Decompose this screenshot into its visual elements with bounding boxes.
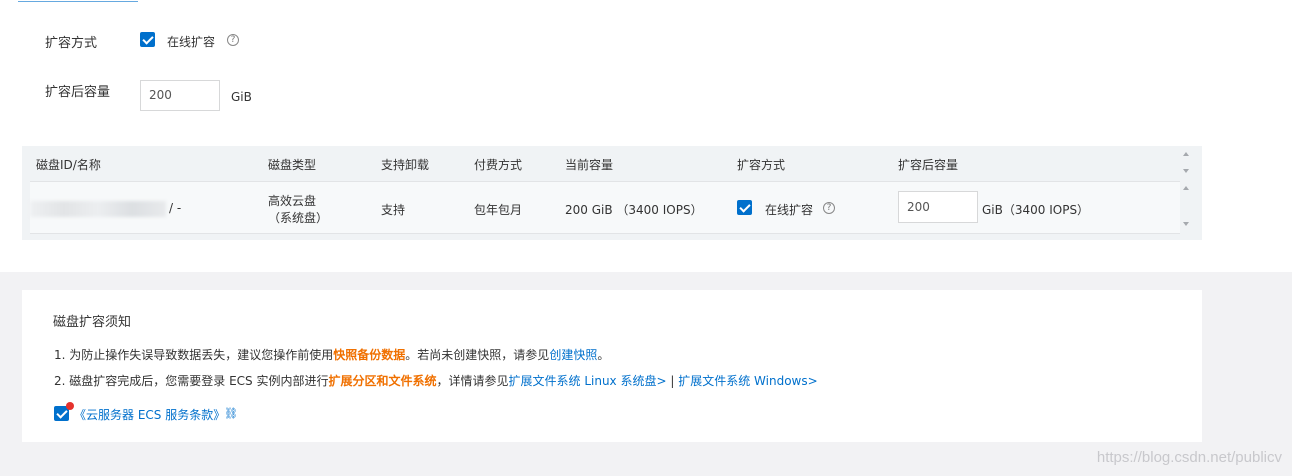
scroll-down-arrow-icon[interactable]: [1183, 222, 1189, 226]
expand-partition-highlight: 扩展分区和文件系统: [328, 374, 437, 388]
notice-line-1: 1. 为防止操作失误导致数据丢失，建议您操作前使用快照备份数据。若尚未创建快照，…: [54, 346, 609, 363]
disk-type-line1: 高效云盘: [268, 194, 317, 208]
disk-id-suffix: / -: [169, 201, 182, 215]
row-after-capacity-unit: GiB（3400 IOPS）: [982, 203, 1090, 217]
online-expand-checkbox[interactable]: [140, 32, 155, 47]
linux-system-disk-link[interactable]: 扩展文件系统 Linux 系统盘>: [509, 374, 667, 388]
disk-type-line2: （系统盘）: [268, 211, 329, 225]
notice-title: 磁盘扩容须知: [53, 315, 132, 330]
header-current-capacity: 当前容量: [565, 158, 614, 172]
link-separator: |: [666, 374, 679, 388]
notice-line-1-end: 。: [597, 348, 610, 362]
create-snapshot-link[interactable]: 创建快照: [549, 348, 597, 362]
after-capacity-label: 扩容后容量: [45, 85, 111, 100]
row-after-capacity-input[interactable]: 200: [898, 191, 978, 223]
header-detachable: 支持卸载: [381, 158, 430, 172]
scroll-up-arrow-icon[interactable]: [1183, 186, 1189, 190]
notice-line-2-text-2: ，详情请参见: [436, 374, 509, 388]
watermark: https://blog.csdn.net/publicv: [1096, 449, 1282, 466]
scroll-down-arrow-icon[interactable]: [1183, 169, 1189, 173]
unread-dot: [66, 402, 74, 410]
after-capacity-input[interactable]: 200: [140, 80, 220, 111]
capacity-unit: GiB: [231, 90, 252, 104]
notice-line-1-text-2: 。若尚未创建快照，请参见: [405, 348, 550, 362]
ecs-terms-link[interactable]: 《云服务器 ECS 服务条款》: [74, 406, 225, 423]
header-after-capacity: 扩容后容量: [898, 158, 959, 172]
header-billing: 付费方式: [474, 158, 523, 172]
header-expand-method: 扩容方式: [737, 158, 786, 172]
detachable-value: 支持: [381, 203, 406, 217]
header-disk-id: 磁盘ID/名称: [36, 158, 101, 172]
scroll-up-arrow-icon[interactable]: [1183, 152, 1189, 156]
billing-value: 包年包月: [474, 203, 523, 217]
row-online-expand-label: 在线扩容: [765, 203, 814, 217]
notice-line-2: 2. 磁盘扩容完成后，您需要登录 ECS 实例内部进行扩展分区和文件系统，详情请…: [54, 372, 818, 389]
question-circle-icon[interactable]: ?: [823, 202, 835, 214]
online-expand-label: 在线扩容: [167, 35, 216, 49]
question-circle-icon[interactable]: ?: [227, 34, 239, 46]
current-capacity-value: 200 GiB （3400 IOPS）: [565, 203, 703, 217]
snapshot-backup-highlight: 快照备份数据: [333, 348, 406, 362]
redacted-disk-id: [30, 201, 166, 217]
notice-line-2-text: 2. 磁盘扩容完成后，您需要登录 ECS 实例内部进行: [54, 374, 329, 388]
section-title-underline: [18, 0, 138, 2]
notice-line-1-text: 1. 为防止操作失误导致数据丢失，建议您操作前使用: [54, 348, 334, 362]
header-disk-type: 磁盘类型: [268, 158, 317, 172]
link-icon: ⛓: [224, 407, 238, 420]
row-online-expand-checkbox[interactable]: [737, 200, 752, 215]
windows-link[interactable]: 扩展文件系统 Windows>: [678, 374, 817, 388]
expand-method-label: 扩容方式: [45, 36, 98, 51]
